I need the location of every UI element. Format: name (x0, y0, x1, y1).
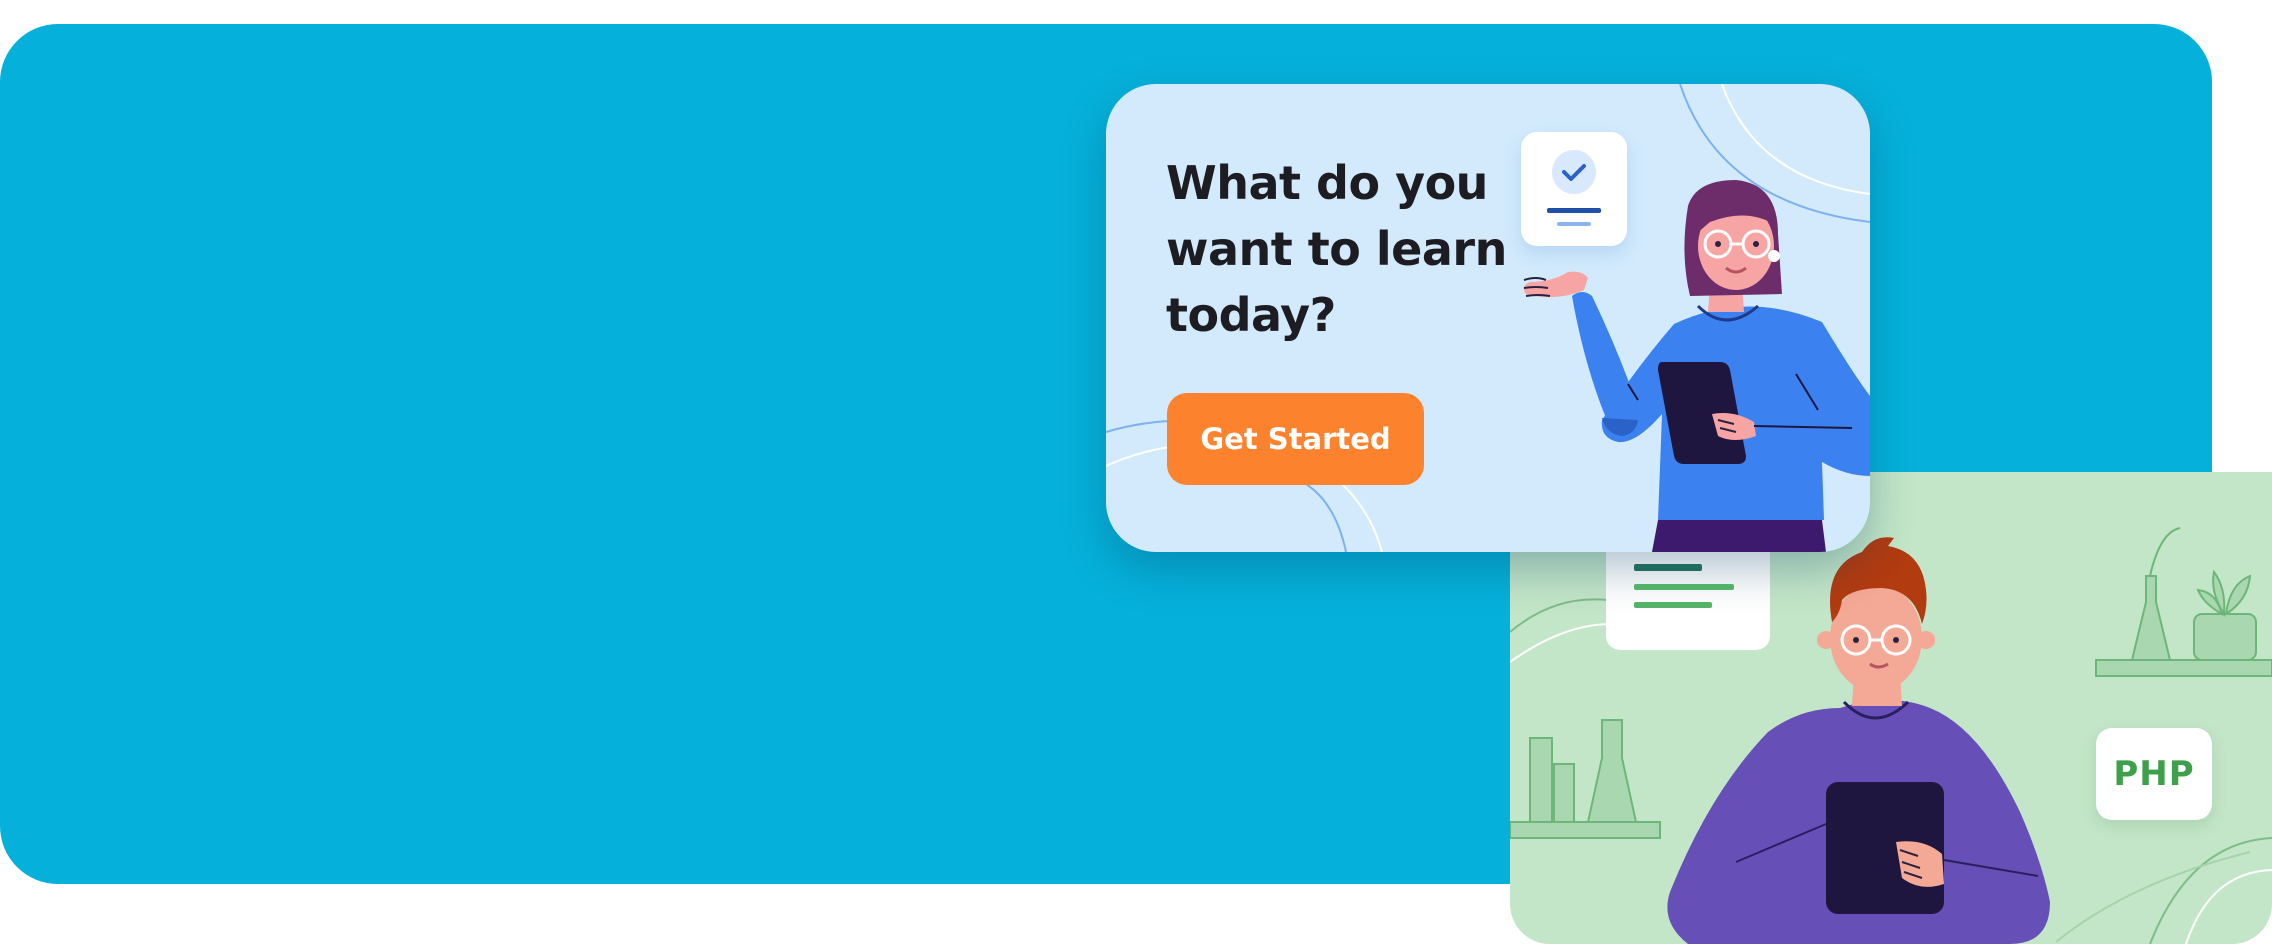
headline-line-3: today? (1166, 288, 1336, 342)
document-check-icon (1521, 132, 1627, 246)
notes-lines-icon (1634, 564, 1734, 608)
php-badge: PHP (2096, 728, 2212, 820)
promo-card: What do you want to learn today? Get Sta… (1106, 84, 1870, 552)
get-started-button[interactable]: Get Started (1167, 393, 1424, 485)
